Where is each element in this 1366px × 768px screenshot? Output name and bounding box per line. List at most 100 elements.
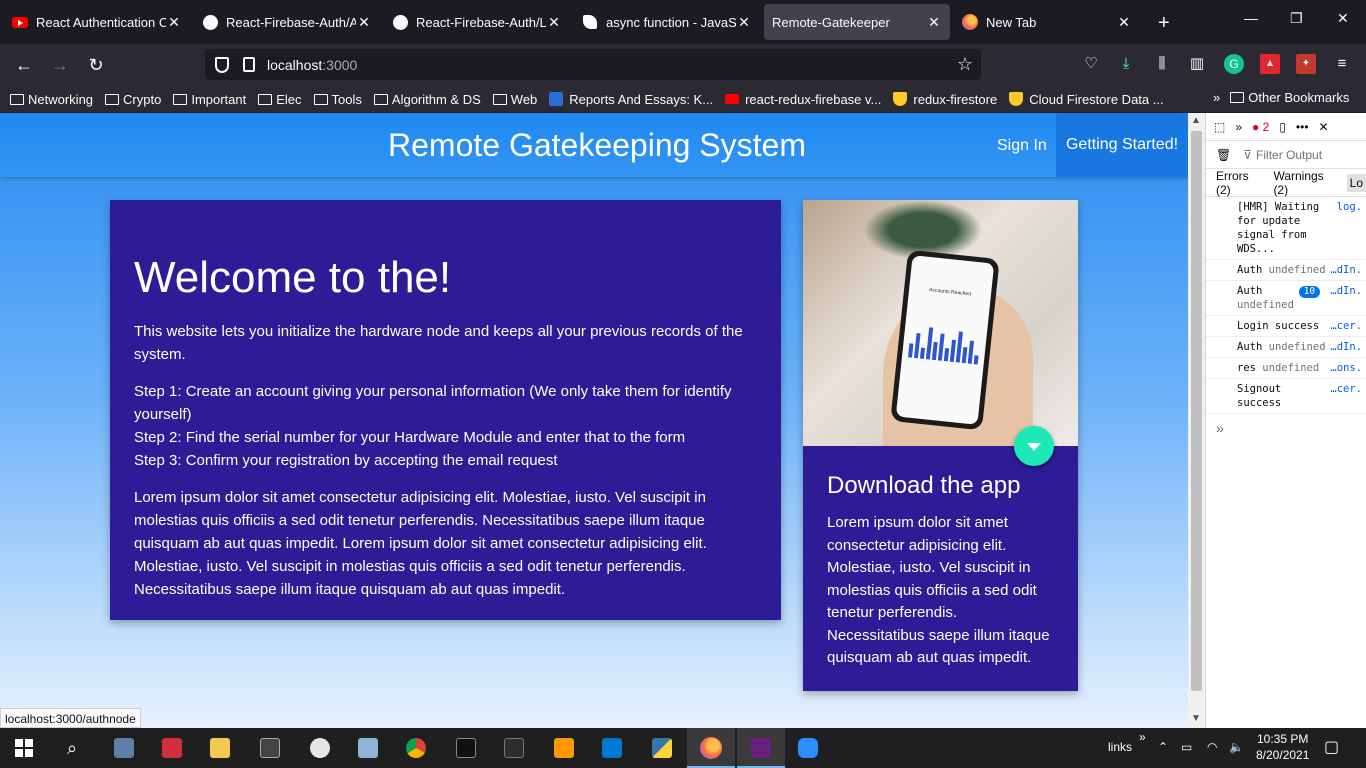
tab-remote-gatekeeper[interactable]: Remote-Gatekeeper ✕ bbox=[764, 4, 950, 40]
close-icon[interactable]: ✕ bbox=[1116, 14, 1132, 31]
trash-icon[interactable]: 🗑 bbox=[1216, 148, 1231, 162]
reload-button[interactable]: ↻ bbox=[84, 53, 108, 77]
tab-mdn[interactable]: async function - JavaScrip ✕ bbox=[574, 4, 760, 40]
bookmark-folder[interactable]: Crypto bbox=[105, 92, 161, 107]
sidebar-icon[interactable]: ▥ bbox=[1187, 54, 1207, 74]
paint-icon[interactable] bbox=[306, 734, 334, 762]
step-item: Step 3: Confirm your registration by acc… bbox=[134, 452, 558, 469]
back-button[interactable]: ← bbox=[12, 53, 36, 77]
battery-icon[interactable]: ▭ bbox=[1181, 740, 1192, 754]
bookmark-label: Important bbox=[191, 91, 247, 107]
extension-icon[interactable]: ▲ bbox=[1260, 54, 1280, 74]
close-window-button[interactable]: ✕ bbox=[1337, 10, 1349, 27]
menu-icon[interactable]: ≡ bbox=[1332, 54, 1352, 74]
message-source-link[interactable]: …dIn. bbox=[1330, 340, 1362, 354]
message-source-link[interactable]: …cer. bbox=[1330, 319, 1362, 333]
restore-button[interactable]: ❐ bbox=[1290, 10, 1303, 27]
bookmark-folder[interactable]: Algorithm & DS bbox=[373, 92, 481, 107]
forward-button[interactable]: → bbox=[48, 53, 72, 77]
bookmark-link[interactable]: redux-firestore bbox=[893, 92, 997, 107]
responsive-mode-icon[interactable]: ▯ bbox=[1279, 120, 1286, 134]
close-icon[interactable]: ✕ bbox=[546, 14, 562, 31]
scroll-down-icon[interactable]: ▼ bbox=[1191, 713, 1201, 724]
other-bookmarks[interactable]: » Other Bookmarks bbox=[1213, 90, 1349, 105]
close-icon[interactable]: ✕ bbox=[736, 14, 752, 31]
notes-icon[interactable] bbox=[354, 734, 382, 762]
show-hidden-icons[interactable]: ⌃ bbox=[1158, 740, 1168, 754]
python-icon[interactable] bbox=[648, 734, 676, 762]
url-text[interactable]: localhost:3000 bbox=[267, 57, 357, 73]
bookmark-link[interactable]: Reports And Essays: K... bbox=[549, 92, 713, 107]
sign-in-link[interactable]: Sign In bbox=[997, 137, 1047, 155]
tab-new-tab[interactable]: New Tab ✕ bbox=[954, 4, 1140, 40]
bookmark-folder[interactable]: Web bbox=[492, 92, 537, 107]
minimize-button[interactable]: — bbox=[1244, 10, 1258, 26]
message-source-link[interactable]: …cer. bbox=[1330, 382, 1362, 396]
url-bar[interactable]: localhost:3000 ☆ bbox=[205, 49, 981, 80]
logs-filter[interactable]: Lo bbox=[1346, 173, 1366, 192]
pick-element-icon[interactable]: ⬚ bbox=[1214, 120, 1225, 134]
terminal-icon[interactable] bbox=[500, 734, 528, 762]
volume-icon[interactable]: 🔈 bbox=[1229, 740, 1244, 754]
command-prompt-icon[interactable] bbox=[452, 734, 480, 762]
file-explorer-icon[interactable] bbox=[206, 734, 234, 762]
app-icon[interactable] bbox=[256, 734, 284, 762]
brand-title[interactable]: Remote Gatekeeping System bbox=[388, 127, 806, 164]
firefox-icon bbox=[962, 14, 978, 30]
bookmark-folder[interactable]: Important bbox=[173, 92, 246, 107]
chevron-more-icon[interactable]: » bbox=[1139, 730, 1146, 744]
visual-studio-icon[interactable] bbox=[737, 728, 785, 768]
close-icon[interactable]: ✕ bbox=[166, 14, 182, 31]
close-icon[interactable]: ✕ bbox=[926, 14, 942, 31]
bookmark-folder[interactable]: Tools bbox=[313, 92, 362, 107]
message-source-link[interactable]: …dIn. bbox=[1330, 284, 1362, 298]
page-info-icon[interactable] bbox=[243, 57, 255, 72]
extension-icon[interactable]: ✦ bbox=[1296, 54, 1316, 74]
chrome-icon[interactable] bbox=[402, 734, 430, 762]
close-devtools-icon[interactable]: ✕ bbox=[1319, 120, 1329, 134]
downloads-icon[interactable]: ⤓ bbox=[1116, 54, 1136, 74]
bookmark-folder[interactable]: Elec bbox=[258, 92, 302, 107]
bookmark-link[interactable]: Cloud Firestore Data ... bbox=[1009, 92, 1164, 107]
download-fab-button[interactable] bbox=[1014, 426, 1054, 466]
filter-output-input[interactable]: Filter Output bbox=[1256, 148, 1322, 162]
tracking-protection-icon[interactable] bbox=[215, 56, 229, 73]
grammarly-icon[interactable]: G bbox=[1224, 54, 1244, 74]
bookmark-link[interactable]: react-redux-firebase v... bbox=[725, 92, 881, 107]
scrollbar-thumb[interactable] bbox=[1191, 131, 1202, 691]
tab-github-auth[interactable]: React-Firebase-Auth/Aut ✕ bbox=[194, 4, 380, 40]
wifi-icon[interactable]: ◠ bbox=[1207, 740, 1217, 754]
warnings-filter[interactable]: Warnings (2) bbox=[1273, 169, 1334, 197]
library-icon[interactable]: ⫼ bbox=[1152, 54, 1172, 74]
message-source-link[interactable]: …ons. bbox=[1330, 361, 1362, 375]
zoom-icon[interactable] bbox=[794, 734, 822, 762]
new-tab-button[interactable]: + bbox=[1158, 12, 1170, 35]
system-clock[interactable]: 10:35 PM 8/20/2021 bbox=[1256, 731, 1309, 763]
notifications-icon[interactable]: ▢ bbox=[1324, 737, 1339, 757]
start-button[interactable] bbox=[10, 734, 38, 762]
getting-started-link[interactable]: Getting Started! bbox=[1056, 113, 1188, 177]
tab-youtube[interactable]: React Authentication Cra ✕ bbox=[4, 4, 190, 40]
chevron-more-icon[interactable]: » bbox=[1213, 90, 1220, 105]
scroll-up-icon[interactable]: ▲ bbox=[1191, 115, 1201, 126]
more-options-icon[interactable]: ••• bbox=[1296, 120, 1309, 134]
bookmark-star-icon[interactable]: ☆ bbox=[957, 54, 973, 75]
pocket-icon[interactable]: ♡ bbox=[1081, 54, 1101, 74]
vscode-icon[interactable] bbox=[598, 734, 626, 762]
firefox-taskbar-icon[interactable] bbox=[687, 728, 735, 768]
message-source-link[interactable]: log. bbox=[1337, 200, 1362, 214]
tab-github-login[interactable]: React-Firebase-Auth/Log ✕ bbox=[384, 4, 570, 40]
calculator-icon[interactable] bbox=[110, 734, 138, 762]
bookmark-folder[interactable]: Networking bbox=[10, 92, 93, 107]
screen-recorder-icon[interactable] bbox=[158, 734, 186, 762]
toolbar-links[interactable]: links bbox=[1108, 740, 1132, 754]
console-input[interactable]: » bbox=[1206, 414, 1366, 442]
errors-filter[interactable]: Errors (2) bbox=[1216, 169, 1261, 197]
close-icon[interactable]: ✕ bbox=[356, 14, 372, 31]
message-source-link[interactable]: …dIn. bbox=[1330, 263, 1362, 277]
sublime-text-icon[interactable] bbox=[550, 734, 578, 762]
error-indicator[interactable]: ● 2 bbox=[1252, 120, 1269, 134]
chevron-more-icon[interactable]: » bbox=[1235, 120, 1242, 134]
search-icon[interactable]: ⌕ bbox=[58, 734, 86, 762]
page-scrollbar[interactable]: ▲ ▼ bbox=[1188, 113, 1205, 728]
